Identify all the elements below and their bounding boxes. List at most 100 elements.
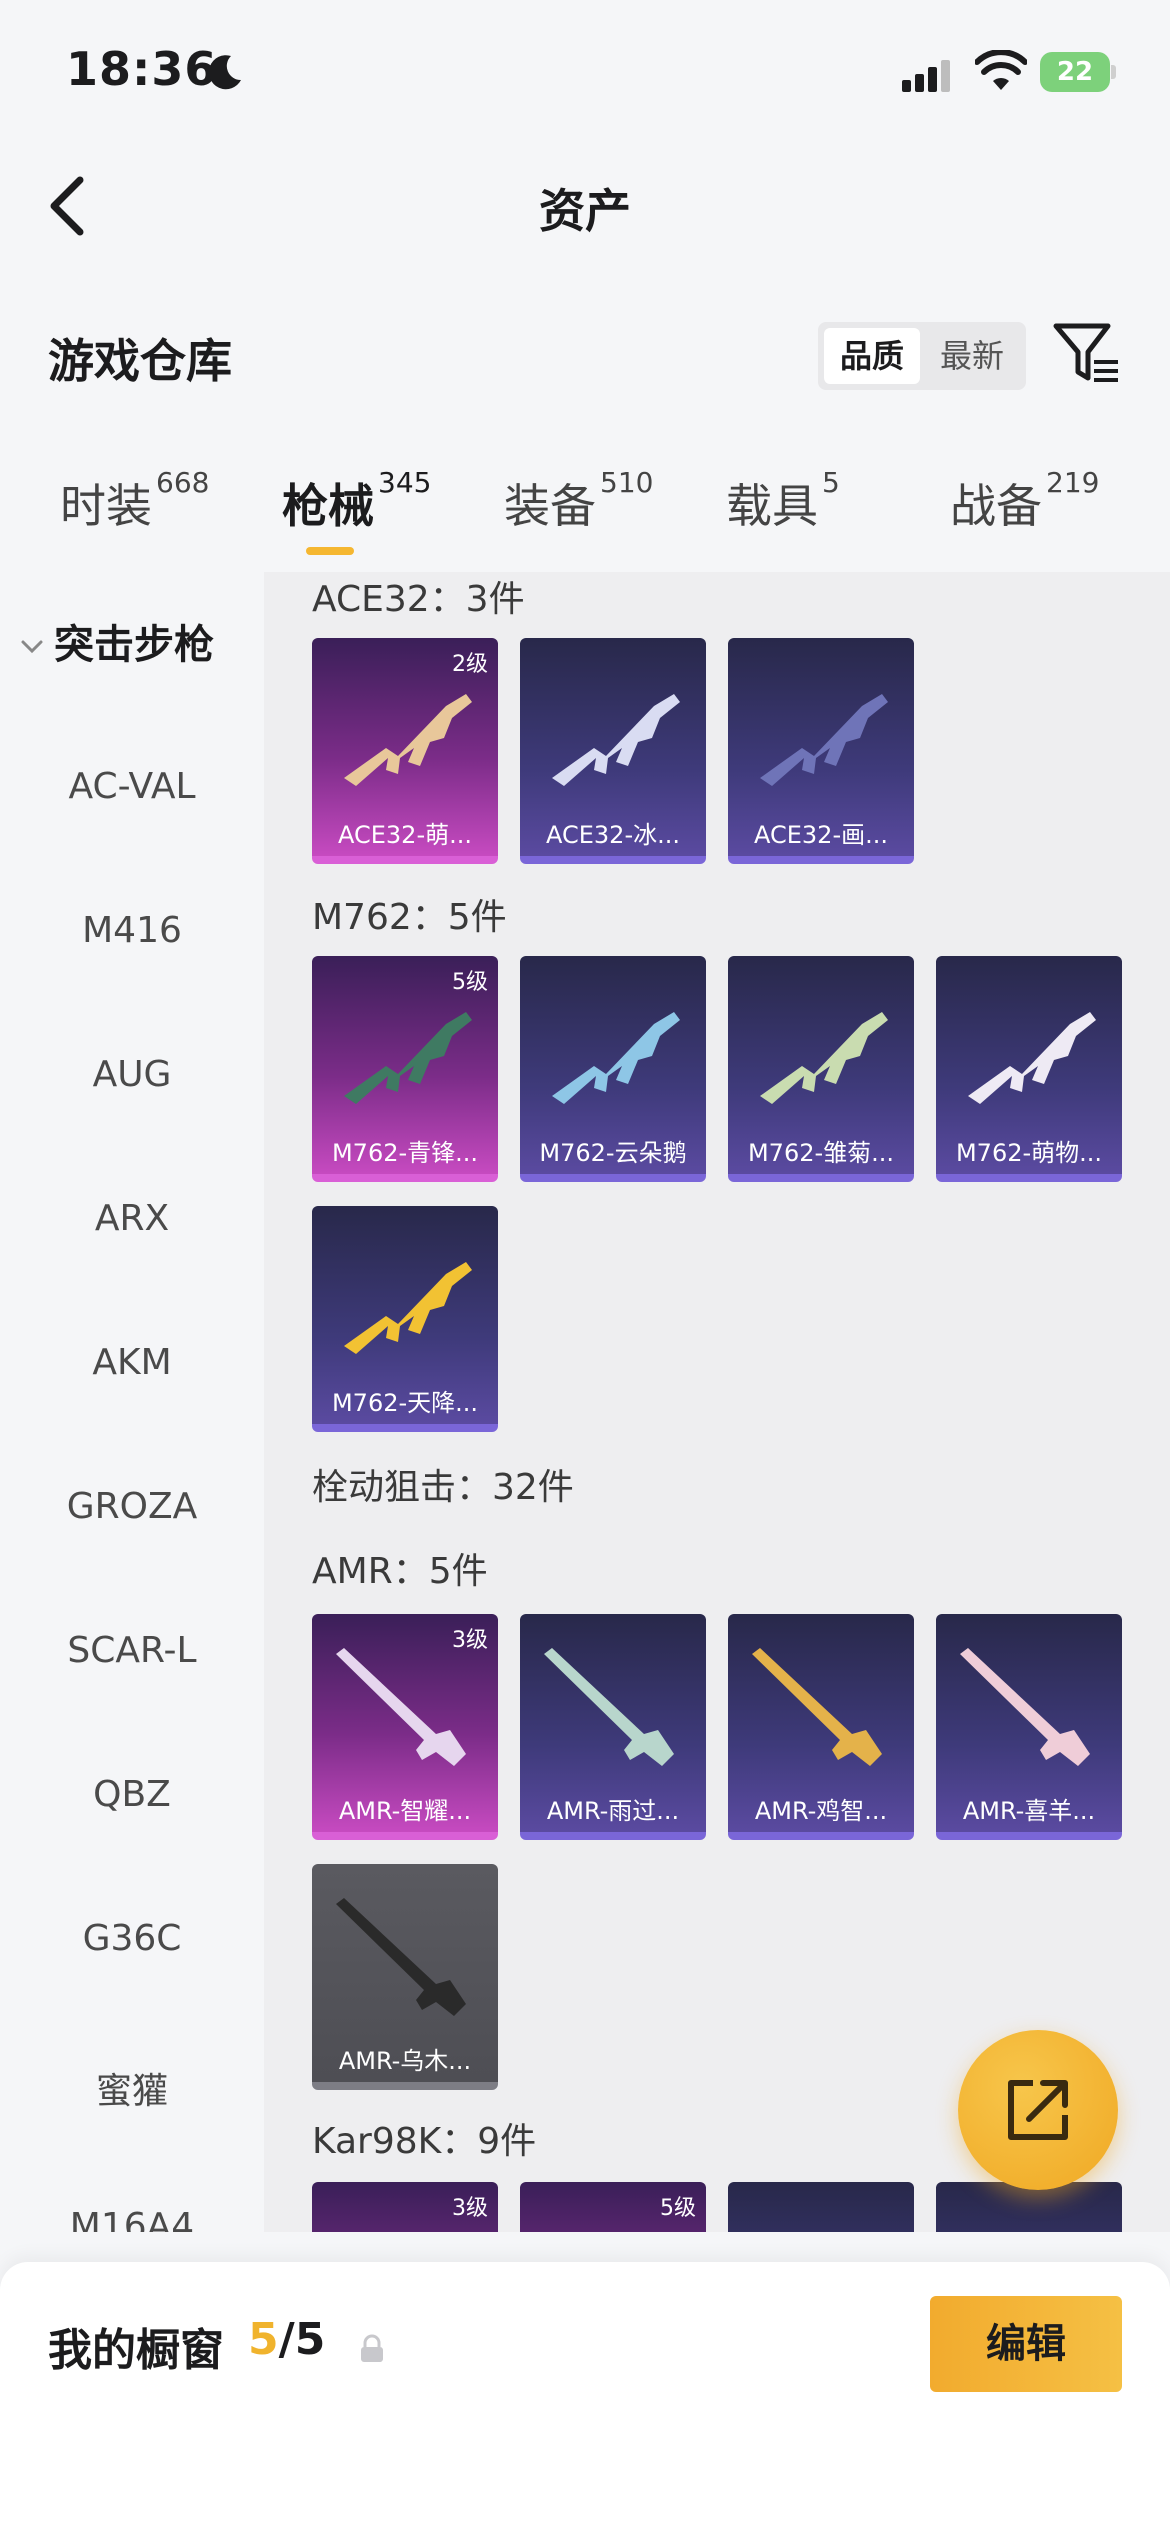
sidebar-item[interactable]: AC-VAL: [0, 766, 264, 807]
sidebar-category-label: 突击步枪: [54, 622, 214, 668]
weapon-card[interactable]: M762-天降...: [312, 1206, 498, 1432]
sidebar-category-assault-rifles[interactable]: 突击步枪: [18, 612, 214, 670]
page-title: 资产: [539, 184, 631, 238]
weapon-card[interactable]: AMR-雨过...: [520, 1614, 706, 1840]
group-title: 栓动狙击：32件: [312, 1467, 574, 1508]
tab-label: 装备: [504, 479, 596, 533]
rifle-image: [344, 1262, 472, 1354]
weapon-card[interactable]: 3级 AMR-智耀...: [312, 1614, 498, 1840]
weapon-name: AMR-喜羊...: [962, 1797, 1096, 1825]
section-title: 游戏仓库: [48, 334, 232, 388]
weapon-card[interactable]: M762-萌物...: [936, 956, 1122, 1182]
tab-count: 5: [822, 466, 840, 499]
sidebar-item[interactable]: SCAR-L: [0, 1630, 264, 1671]
share-button[interactable]: [958, 2030, 1118, 2190]
sidebar-item[interactable]: M16A4: [0, 2206, 264, 2232]
grade-badge: 2级: [452, 652, 488, 677]
tab-equipment[interactable]: 装备 510: [504, 466, 653, 550]
tab-label: 时装: [60, 479, 152, 533]
sort-option-quality[interactable]: 品质: [824, 328, 920, 384]
filter-icon[interactable]: [1052, 320, 1120, 388]
rifle-image: [552, 694, 680, 786]
weapon-name: AMR-智耀...: [338, 1797, 472, 1825]
tab-active-indicator: [306, 547, 354, 555]
battery-indicator: 22: [1040, 52, 1116, 92]
grade-badge: 3级: [452, 2196, 488, 2221]
group-title: Kar98K：9件: [312, 2121, 537, 2162]
tab-count: 668: [156, 466, 210, 499]
sidebar-item[interactable]: AKM: [0, 1342, 264, 1383]
sidebar-item[interactable]: ARX: [0, 1198, 264, 1239]
edit-button[interactable]: 编辑: [930, 2296, 1122, 2392]
category-tabs: 时装 668 枪械 345 装备 510 载具 5 战备 219: [0, 466, 1170, 560]
weapon-card[interactable]: 2级 ACE32-萌...: [312, 638, 498, 864]
wifi-icon: [975, 50, 1027, 90]
sort-toggle: 品质 最新: [818, 322, 1026, 390]
sidebar-item[interactable]: QBZ: [0, 1774, 264, 1815]
signal-icon: [902, 60, 950, 92]
weapon-card[interactable]: ACE32-画...: [728, 638, 914, 864]
weapon-name: AMR-雨过...: [546, 1797, 680, 1825]
rifle-image: [968, 1012, 1096, 1104]
rifle-image: [344, 694, 472, 786]
tab-fashion[interactable]: 时装 668: [60, 466, 209, 550]
grade-badge: 5级: [660, 2196, 696, 2221]
sidebar-item[interactable]: 蜜獾: [0, 2062, 264, 2114]
weapon-name: M762-雏菊...: [747, 1139, 895, 1167]
weapon-name: M762-青锋...: [331, 1139, 479, 1167]
showcase-total: 5: [294, 2314, 326, 2365]
share-icon: [1008, 2080, 1068, 2140]
rifle-image: [760, 694, 888, 786]
sidebar-item[interactable]: GROZA: [0, 1486, 264, 1527]
weapon-list[interactable]: ACE32：3件 2级 ACE32-萌... ACE32-冰... ACE32-…: [264, 572, 1170, 2232]
grade-badge: 3级: [452, 1628, 488, 1653]
weapon-name: AMR-鸡智...: [754, 1797, 888, 1825]
tab-count: 345: [378, 466, 432, 499]
lock-icon: [361, 2334, 383, 2362]
group-title: ACE32：3件: [312, 579, 525, 620]
weapon-name: AMR-乌木...: [338, 2047, 472, 2075]
weapon-name: M762-云朵鹅: [539, 1139, 687, 1167]
rifle-image: [552, 1012, 680, 1104]
sniper-image: [336, 1648, 466, 1766]
tab-supplies[interactable]: 战备 219: [950, 466, 1099, 550]
showcase-separator: /: [278, 2314, 295, 2365]
sniper-image: [544, 1648, 674, 1766]
sidebar: 突击步枪 AC-VAL M416 AUG ARX AKM GROZA SCAR-…: [0, 572, 264, 2232]
tab-label: 枪械: [282, 479, 374, 533]
moon-icon: [208, 55, 241, 90]
tab-label: 载具: [726, 479, 818, 533]
sniper-image: [752, 1648, 882, 1766]
weapon-card[interactable]: M762-云朵鹅: [520, 956, 706, 1182]
tab-count: 510: [600, 466, 654, 499]
weapon-card[interactable]: 5级: [520, 2182, 706, 2232]
showcase-label: 我的橱窗: [48, 2325, 224, 2376]
sidebar-item[interactable]: M416: [0, 910, 264, 951]
sidebar-item[interactable]: AUG: [0, 1054, 264, 1095]
weapon-card[interactable]: AMR-鸡智...: [728, 1614, 914, 1840]
weapon-card[interactable]: AMR-乌木...: [312, 1864, 498, 2090]
sidebar-item[interactable]: G36C: [0, 1918, 264, 1959]
weapon-name: ACE32-萌...: [337, 821, 472, 849]
grade-badge: 5级: [452, 970, 488, 995]
weapon-name: ACE32-画...: [753, 821, 888, 849]
tab-label: 战备: [950, 479, 1042, 533]
weapon-card[interactable]: [728, 2182, 914, 2232]
weapon-card[interactable]: M762-雏菊...: [728, 956, 914, 1182]
showcase-current: 5: [248, 2314, 279, 2365]
group-title: M762：5件: [312, 897, 507, 938]
weapon-card[interactable]: AMR-喜羊...: [936, 1614, 1122, 1840]
weapon-card[interactable]: 3级: [312, 2182, 498, 2232]
showcase-bar: 我的橱窗 5/5 编辑: [0, 2262, 1170, 2532]
tab-vehicles[interactable]: 载具 5: [726, 466, 840, 550]
weapon-name: M762-天降...: [331, 1389, 479, 1417]
rifle-image: [344, 1012, 472, 1104]
weapon-name: M762-萌物...: [955, 1139, 1103, 1167]
status-bar: 18:36 22: [0, 0, 1170, 140]
weapon-card[interactable]: 5级 M762-青锋...: [312, 956, 498, 1182]
showcase-count: 5/5: [248, 2314, 325, 2365]
weapon-card[interactable]: ACE32-冰...: [520, 638, 706, 864]
sort-option-newest[interactable]: 最新: [924, 328, 1020, 384]
tab-firearms[interactable]: 枪械 345: [282, 466, 431, 550]
battery-level: 22: [1056, 57, 1094, 87]
